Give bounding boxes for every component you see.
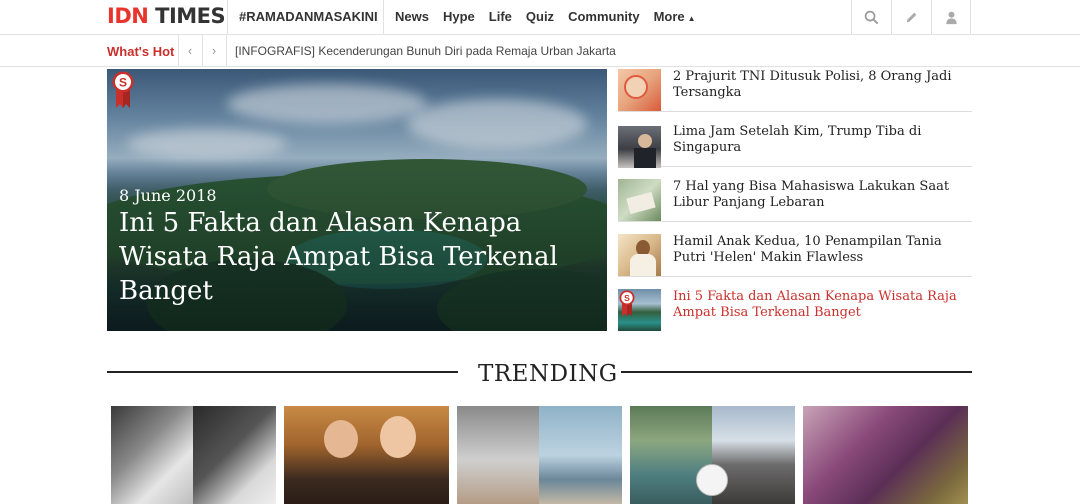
trending-thumbnail <box>539 406 622 504</box>
divider <box>383 0 384 35</box>
meme-face-icon <box>696 464 728 496</box>
search-button[interactable] <box>851 0 891 35</box>
trending-card[interactable] <box>284 406 449 504</box>
nav-community[interactable]: Community <box>568 9 640 24</box>
side-article-title: 2 Prajurit TNI Ditusuk Polisi, 8 Orang J… <box>673 69 952 100</box>
trending-thumbnail <box>803 406 968 504</box>
main-nav: News Hype Life Quiz Community More ▲ <box>395 9 710 24</box>
side-article-title: Lima Jam Setelah Kim, Trump Tiba di Sing… <box>673 124 922 155</box>
trending-thumbnail-face <box>324 420 358 458</box>
trending-rule-right <box>621 371 972 373</box>
divider <box>227 0 228 35</box>
list-item[interactable]: S Ini 5 Fakta dan Alasan Kenapa Wisata R… <box>618 277 972 332</box>
badge-letter: S <box>119 76 127 90</box>
trending-thumbnail <box>284 406 449 504</box>
user-icon <box>945 11 957 25</box>
hero-title[interactable]: Ini 5 Fakta dan Alasan Kenapa Wisata Raj… <box>119 206 589 308</box>
whats-hot-headline[interactable]: [INFOGRAFIS] Kecenderungan Bunuh Diri pa… <box>235 44 616 58</box>
nav-more-label: More <box>653 9 685 24</box>
trending-card[interactable] <box>111 406 276 504</box>
top-header: IDN TIMES #RAMADANMASAKINI News Hype Lif… <box>0 0 1080 35</box>
chevron-left-icon[interactable]: ‹ <box>180 43 200 58</box>
special-ribbon-icon: S <box>619 290 635 317</box>
special-ribbon-icon: S <box>112 71 134 108</box>
nav-life[interactable]: Life <box>489 9 512 24</box>
nav-more[interactable]: More ▲ <box>654 9 696 24</box>
trending-rule-left <box>107 371 458 373</box>
nav-news[interactable]: News <box>395 9 429 24</box>
hero-article[interactable]: S 8 June 2018 Ini 5 Fakta dan Alasan Ken… <box>107 69 607 331</box>
trending-card[interactable] <box>630 406 795 504</box>
trending-heading: TRENDING <box>478 361 618 387</box>
list-item[interactable]: 2 Prajurit TNI Ditusuk Polisi, 8 Orang J… <box>618 57 972 112</box>
search-icon <box>864 10 879 25</box>
badge-letter: S <box>624 293 630 303</box>
side-article-title: Hamil Anak Kedua, 10 Penampilan Tania Pu… <box>673 234 942 265</box>
logo-times: TIMES <box>155 4 226 28</box>
side-article-title: 7 Hal yang Bisa Mahasiswa Lakukan Saat L… <box>673 179 950 210</box>
list-item[interactable]: Lima Jam Setelah Kim, Trump Tiba di Sing… <box>618 112 972 168</box>
divider <box>202 35 203 67</box>
divider <box>226 35 227 67</box>
trending-thumbnail <box>193 406 276 504</box>
pencil-icon <box>906 12 917 23</box>
site-logo[interactable]: IDN TIMES <box>107 4 226 28</box>
trending-thumbnail-face <box>380 416 416 458</box>
article-thumbnail <box>618 234 661 276</box>
article-thumbnail <box>618 179 661 221</box>
whats-hot-label: What's Hot <box>107 44 175 59</box>
list-item[interactable]: Hamil Anak Kedua, 10 Penampilan Tania Pu… <box>618 222 972 277</box>
side-article-title: Ini 5 Fakta dan Alasan Kenapa Wisata Raj… <box>673 289 957 320</box>
write-button[interactable] <box>891 0 931 35</box>
divider <box>178 35 179 67</box>
article-thumbnail <box>618 69 661 111</box>
list-item[interactable]: 7 Hal yang Bisa Mahasiswa Lakukan Saat L… <box>618 167 972 222</box>
hashtag-link[interactable]: #RAMADANMASAKINI <box>239 9 378 24</box>
chevron-right-icon[interactable]: › <box>204 43 224 58</box>
logo-idn: IDN <box>107 4 149 28</box>
article-thumbnail <box>618 126 661 168</box>
trending-card[interactable] <box>457 406 622 504</box>
caret-down-icon: ▲ <box>687 14 696 23</box>
trending-card[interactable] <box>803 406 968 504</box>
account-button[interactable] <box>931 0 971 35</box>
nav-quiz[interactable]: Quiz <box>526 9 554 24</box>
trending-thumbnail <box>457 406 539 504</box>
nav-hype[interactable]: Hype <box>443 9 475 24</box>
article-thumbnail: S <box>618 289 661 331</box>
hero-date: 8 June 2018 <box>119 186 217 205</box>
trending-thumbnail <box>111 406 193 504</box>
